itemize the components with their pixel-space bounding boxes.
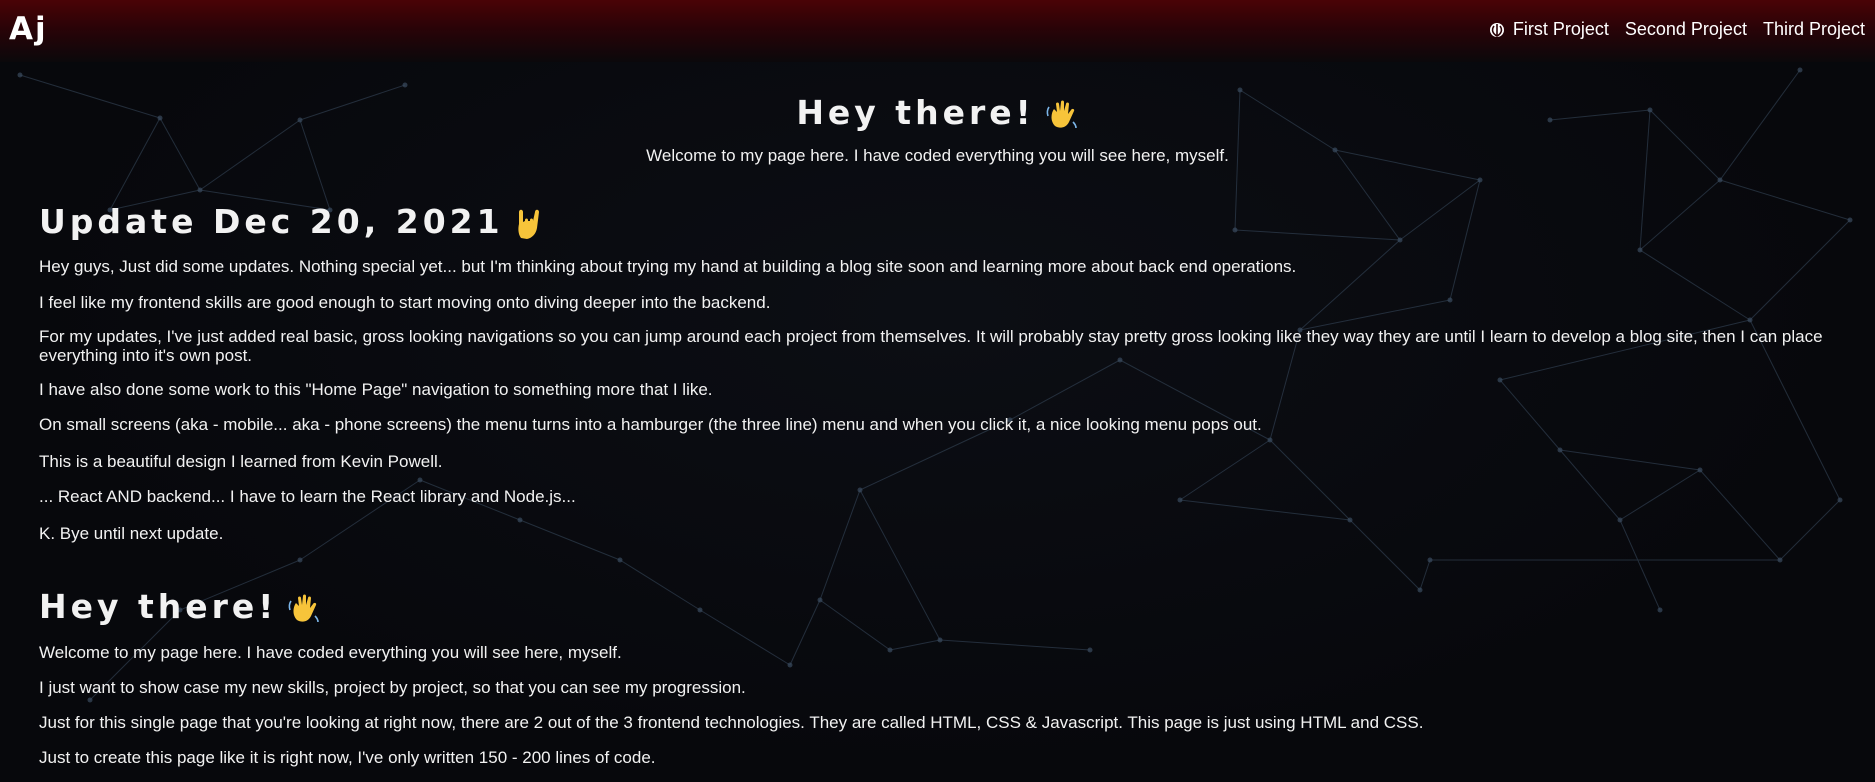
waving-hand-icon: [288, 594, 320, 622]
rebel-alliance-icon: [1489, 22, 1504, 37]
main-nav: First Project Second Project Third Proje…: [1489, 19, 1865, 40]
intro-paragraph-2: I just want to show case my new skills, …: [39, 677, 746, 697]
page: Aj First Project Second Project Third Pr…: [0, 0, 1875, 782]
hero-title-text: Hey there!: [796, 93, 1035, 132]
update-title: Update Dec 20, 2021: [39, 201, 1849, 241]
update-paragraph-5: On small screens (aka - mobile... aka - …: [39, 415, 1262, 434]
update-paragraph-6: This is a beautiful design I learned fro…: [39, 452, 443, 471]
waving-hand-icon: [1046, 100, 1077, 128]
site-logo[interactable]: Aj: [9, 11, 48, 47]
intro-paragraph-1: Welcome to my page here. I have coded ev…: [39, 642, 622, 662]
update-paragraph-8: K. Bye until next update.: [39, 524, 224, 543]
hero-title: Hey there!: [0, 93, 1875, 132]
intro-paragraph-4: Just to create this page like it is righ…: [39, 747, 656, 767]
update-title-text: Update Dec 20, 2021: [39, 201, 504, 241]
update-section: Update Dec 20, 2021 Hey guys, Just did s…: [39, 201, 1849, 543]
update-paragraph-4: I have also done some work to this "Home…: [39, 380, 713, 399]
nav-second-project[interactable]: Second Project: [1625, 19, 1747, 40]
nav-third-project[interactable]: Third Project: [1763, 19, 1865, 40]
update-paragraph-1: Hey guys, Just did some updates. Nothing…: [39, 257, 1297, 276]
intro-paragraph-3: Just for this single page that you're lo…: [39, 712, 1424, 732]
hero-subtitle: Welcome to my page here. I have coded ev…: [646, 145, 1229, 165]
main-content: Hey there! Welcome to my page here. I ha…: [0, 62, 1875, 767]
sign-of-the-horns-icon: [517, 209, 539, 239]
update-paragraph-7: ... React AND backend... I have to learn…: [39, 487, 576, 506]
intro-title-text: Hey there!: [39, 587, 278, 626]
site-header: Aj First Project Second Project Third Pr…: [0, 0, 1875, 62]
nav-first-project[interactable]: First Project: [1513, 19, 1609, 40]
hero-section: Hey there! Welcome to my page here. I ha…: [0, 93, 1875, 166]
intro-section: Hey there! Welcome to my page here. I ha…: [39, 587, 1849, 767]
intro-title: Hey there!: [39, 587, 1849, 626]
update-paragraph-3: For my updates, I've just added real bas…: [39, 327, 1823, 365]
update-paragraph-2: I feel like my frontend skills are good …: [39, 293, 771, 312]
